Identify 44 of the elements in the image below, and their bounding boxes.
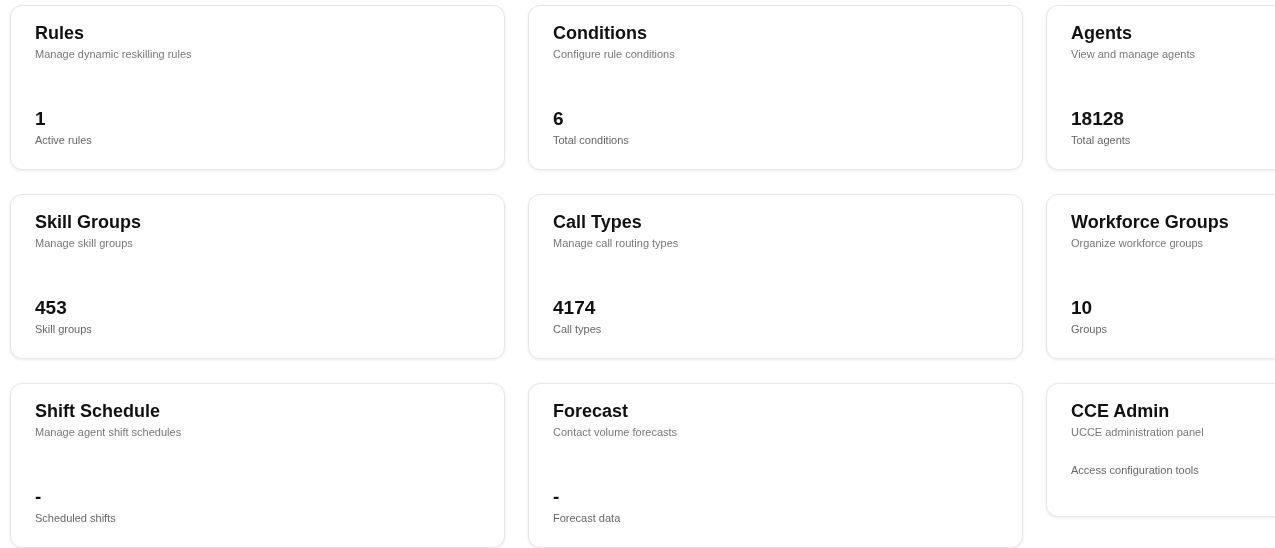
module-card[interactable]: Conditions Configure rule conditions 6 Total conditions (528, 5, 1023, 170)
card-subtitle: Manage dynamic reskilling rules (35, 47, 193, 62)
module-card[interactable]: Workforce Groups Organize workforce groups 10 Groups (1046, 194, 1275, 359)
card-subtitle: Manage skill groups (35, 236, 134, 251)
stat-caption: Total conditions (553, 133, 630, 148)
module-card[interactable]: Call Types Manage call routing types 4174 Call types (528, 194, 1023, 359)
stat-value: - (553, 486, 561, 508)
card-subtitle: View and manage agents (1071, 47, 1196, 62)
card-title: Skill Groups (35, 211, 143, 234)
module-card[interactable]: Shift Schedule Manage agent shift schedules - Scheduled shifts (10, 383, 505, 548)
card-title: Forecast (553, 400, 630, 423)
stat-value: 1 (35, 108, 47, 130)
card-title: Agents (1071, 22, 1133, 45)
module-card[interactable]: Rules Manage dynamic reskilling rules 1 Active rules (10, 5, 505, 170)
stat-value: 453 (35, 297, 68, 319)
card-subtitle: Manage call routing types (553, 236, 680, 251)
module-card[interactable]: Agents View and manage agents 18128 Total agents (1046, 5, 1275, 170)
stat-caption: Forecast data (553, 511, 622, 526)
module-card[interactable]: Forecast Contact volume forecasts - Forecast data (528, 383, 1023, 548)
stat-value: 10 (1071, 297, 1094, 319)
stat-caption: Groups (1071, 322, 1109, 337)
card-note: Access configuration tools (1071, 463, 1200, 478)
card-title: Shift Schedule (35, 400, 161, 423)
card-subtitle: Configure rule conditions (553, 47, 676, 62)
card-subtitle: Organize workforce groups (1071, 236, 1205, 251)
stat-caption: Scheduled shifts (35, 511, 117, 526)
stat-value: - (35, 486, 43, 508)
card-title: Call Types (553, 211, 643, 234)
card-title: Workforce Groups (1071, 211, 1230, 234)
module-card[interactable]: Skill Groups Manage skill groups 453 Skill groups (10, 194, 505, 359)
card-subtitle: UCCE administration panel (1071, 425, 1205, 440)
card-title: Conditions (553, 22, 648, 45)
card-title: CCE Admin (1071, 400, 1171, 423)
module-card[interactable]: CCE Admin UCCE administration panel Access configuration tools (1046, 383, 1275, 517)
card-subtitle: Manage agent shift schedules (35, 425, 183, 440)
stat-caption: Call types (553, 322, 603, 337)
stat-value: 18128 (1071, 108, 1125, 130)
stat-value: 6 (553, 108, 565, 130)
stat-caption: Active rules (35, 133, 93, 148)
stat-caption: Skill groups (35, 322, 93, 337)
card-title: Rules (35, 22, 86, 45)
card-subtitle: Contact volume forecasts (553, 425, 679, 440)
stat-caption: Total agents (1071, 133, 1132, 148)
stat-value: 4174 (553, 297, 597, 319)
